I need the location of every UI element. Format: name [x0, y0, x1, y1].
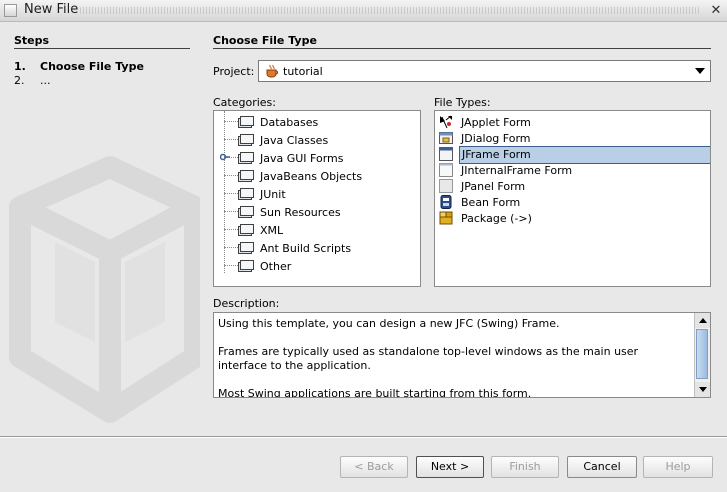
file-type-label: JApplet Form — [461, 116, 531, 129]
tree-connector — [224, 265, 238, 266]
steps-divider — [14, 48, 190, 49]
category-item[interactable]: Ant Build Scripts — [224, 239, 414, 257]
folder-icon — [238, 170, 254, 182]
tree-connector — [224, 193, 238, 194]
description-paragraph: Most Swing applications are built starti… — [218, 387, 532, 398]
steps-panel: Steps 1. Choose File Type 2.... — [0, 22, 200, 436]
description-label: Description: — [213, 297, 280, 310]
folder-icon — [238, 260, 254, 272]
file-types-label: File Types: — [434, 96, 491, 109]
folder-icon — [238, 152, 254, 164]
steps-title: Steps — [14, 34, 50, 47]
internal-frame-icon — [439, 163, 453, 177]
title-bar-grip — [80, 7, 701, 14]
category-label: Databases — [260, 116, 319, 129]
window-title: New File — [24, 2, 79, 17]
scroll-up-icon[interactable] — [695, 313, 710, 328]
step-label: ... — [40, 74, 51, 87]
description-scrollbar[interactable] — [694, 313, 710, 397]
description-text: Using this template, you can design a ne… — [218, 317, 688, 398]
file-type-label: JPanel Form — [461, 180, 526, 193]
content-divider — [213, 48, 711, 49]
tree-connector — [224, 175, 238, 176]
next-button[interactable]: Next > — [416, 456, 484, 478]
category-item[interactable]: Sun Resources — [224, 203, 414, 221]
tree-connector — [224, 229, 238, 230]
category-item[interactable]: JavaBeans Objects — [224, 167, 414, 185]
frame-icon — [439, 147, 453, 161]
file-type-item[interactable]: JFrame Form — [437, 146, 710, 164]
coffee-cup-icon — [266, 64, 278, 78]
category-label: JUnit — [260, 188, 286, 201]
tree-connector — [224, 211, 238, 212]
page-title: Choose File Type — [213, 34, 317, 47]
file-type-label: Bean Form — [461, 196, 521, 209]
step-1: 1. Choose File Type — [14, 60, 144, 73]
category-label: Java GUI Forms — [260, 152, 344, 165]
window-menu-icon[interactable] — [4, 4, 17, 17]
category-label: Ant Build Scripts — [260, 242, 352, 255]
cube-watermark-icon — [9, 156, 200, 423]
category-item[interactable]: Java GUI Forms — [220, 149, 414, 167]
file-type-label: JDialog Form — [461, 132, 531, 145]
file-type-item[interactable]: JApplet Form — [437, 114, 710, 130]
step-number: 2. — [14, 74, 25, 87]
folder-icon — [238, 206, 254, 218]
selection-key-icon — [220, 153, 230, 161]
category-item[interactable]: Java Classes — [224, 131, 414, 149]
category-item[interactable]: Databases — [224, 113, 414, 131]
file-type-item[interactable]: JDialog Form — [437, 130, 710, 146]
categories-label: Categories: — [213, 96, 276, 109]
project-value: tutorial — [283, 65, 323, 78]
folder-icon — [238, 134, 254, 146]
file-type-item[interactable]: Bean Form — [437, 194, 710, 210]
panel-icon — [439, 179, 453, 193]
scrollbar-thumb[interactable] — [696, 329, 708, 379]
category-label: XML — [260, 224, 284, 237]
tree-connector — [224, 247, 238, 248]
package-icon — [439, 211, 453, 225]
title-bar[interactable]: New File ✕ — [0, 0, 727, 22]
file-type-item[interactable]: JInternalFrame Form — [437, 162, 710, 178]
file-type-label: Package (->) — [461, 212, 532, 225]
applet-icon — [440, 115, 452, 129]
category-item[interactable]: XML — [224, 221, 414, 239]
folder-icon — [238, 224, 254, 236]
folder-icon — [238, 188, 254, 200]
project-label: Project: — [213, 65, 255, 78]
scroll-down-icon[interactable] — [695, 382, 710, 397]
cancel-button[interactable]: Cancel — [567, 456, 637, 478]
description-paragraph: Frames are typically used as standalone … — [218, 345, 639, 372]
category-label: Sun Resources — [260, 206, 341, 219]
file-type-item[interactable]: JPanel Form — [437, 178, 710, 194]
category-label: JavaBeans Objects — [260, 170, 363, 183]
help-button[interactable]: Help — [643, 456, 713, 478]
close-icon[interactable]: ✕ — [708, 3, 724, 19]
step-2: 2.... — [14, 74, 51, 87]
category-label: Java Classes — [260, 134, 329, 147]
folder-icon — [238, 242, 254, 254]
file-type-label: JInternalFrame Form — [461, 164, 573, 177]
tree-connector — [224, 121, 238, 122]
dialog-icon — [439, 132, 453, 144]
step-number: 1. — [14, 60, 26, 73]
bean-icon — [440, 195, 452, 209]
category-item[interactable]: Other — [224, 257, 414, 275]
finish-button[interactable]: Finish — [491, 456, 559, 478]
project-combobox[interactable]: tutorial — [258, 60, 711, 82]
tree-connector — [224, 139, 238, 140]
file-types-list[interactable]: JApplet Form JDialog Form JFrame Form JInte… — [434, 110, 711, 287]
file-type-item[interactable]: Package (->) — [437, 210, 710, 226]
step-label: Choose File Type — [40, 60, 144, 73]
description-area[interactable]: Using this template, you can design a ne… — [213, 312, 711, 398]
description-paragraph: Using this template, you can design a ne… — [218, 317, 560, 330]
categories-tree[interactable]: Databases Java Classes Java GUI Forms JavaB… — [213, 110, 421, 287]
category-item[interactable]: JUnit — [224, 185, 414, 203]
chevron-down-icon[interactable] — [690, 61, 710, 81]
back-button[interactable]: < Back — [340, 456, 408, 478]
footer-divider-highlight — [0, 437, 727, 438]
category-label: Other — [260, 260, 292, 273]
folder-icon — [238, 116, 254, 128]
